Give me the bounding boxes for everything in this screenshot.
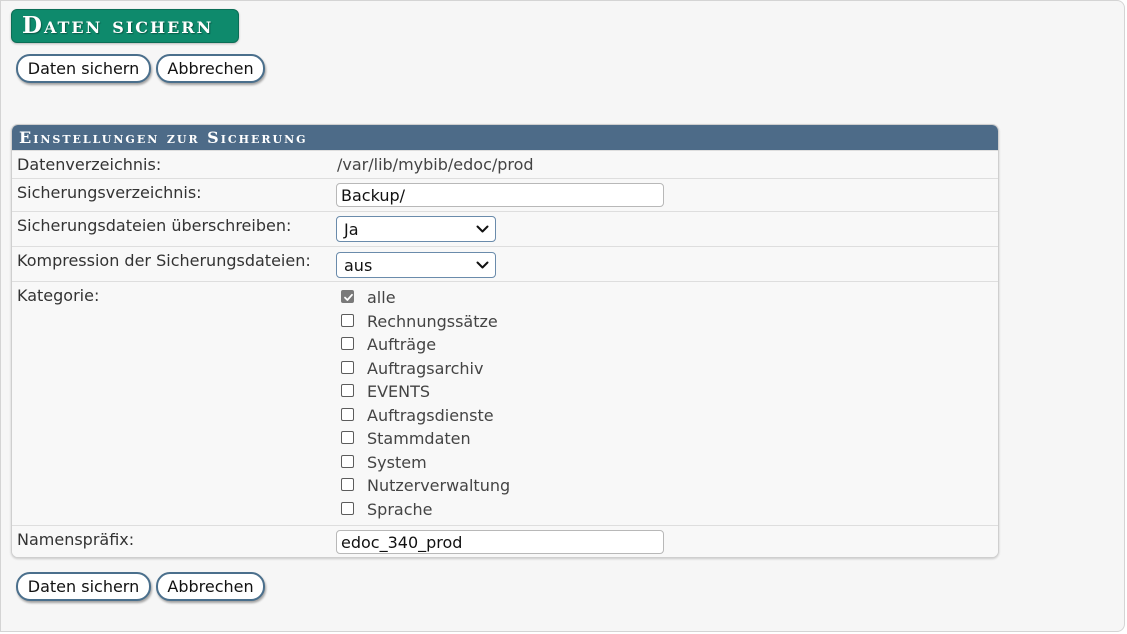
app-window: Daten sichern Daten sichern Abbrechen Ei…: [0, 0, 1125, 632]
category-checkbox-auftragsdienste[interactable]: [341, 407, 354, 421]
compression-select[interactable]: aus: [336, 252, 496, 278]
name-prefix-label: Namenspräfix:: [17, 530, 135, 549]
row-name-prefix: Namenspräfix:: [12, 525, 998, 557]
category-label-auftragsdienste[interactable]: Auftragsdienste: [367, 406, 494, 425]
name-prefix-input[interactable]: [336, 530, 664, 554]
cancel-button-top[interactable]: Abbrechen: [156, 54, 265, 83]
row-data-directory: Datenverzeichnis: /var/lib/mybib/edoc/pr…: [12, 150, 998, 178]
category-checkbox-alle[interactable]: [341, 290, 354, 303]
category-label-sprache[interactable]: Sprache: [367, 500, 432, 519]
row-backup-directory: Sicherungsverzeichnis:: [12, 178, 998, 211]
category-label-alle[interactable]: alle: [367, 288, 396, 307]
category-label-events[interactable]: EVENTS: [367, 382, 430, 401]
data-directory-value: /var/lib/mybib/edoc/prod: [337, 155, 534, 174]
category-label: Kategorie:: [17, 286, 100, 305]
overwrite-label: Sicherungsdateien überschreiben:: [17, 216, 292, 235]
chevron-down-icon: [476, 261, 489, 269]
backup-settings-panel: Einstellungen zur Sicherung Datenverzeic…: [11, 124, 999, 558]
category-checkbox-auftragsarchiv[interactable]: [341, 360, 354, 374]
panel-title: Einstellungen zur Sicherung: [12, 125, 998, 150]
category-label-stammdaten[interactable]: Stammdaten: [367, 429, 471, 448]
data-directory-label: Datenverzeichnis:: [17, 155, 162, 174]
row-compression: Kompression der Sicherungsdateien: aus: [12, 246, 998, 281]
row-category: Kategorie: alle Rechnungssätze Aufträge …: [12, 281, 998, 525]
backup-directory-input[interactable]: [336, 183, 664, 207]
category-checkbox-sprache[interactable]: [341, 501, 354, 515]
category-checkbox-system[interactable]: [341, 454, 354, 468]
category-checkbox-auftraege[interactable]: [341, 337, 354, 350]
compression-selected-value: aus: [344, 256, 373, 275]
backup-directory-label: Sicherungsverzeichnis:: [17, 183, 202, 202]
category-checkbox-rechnungssaetze[interactable]: [341, 313, 354, 327]
row-overwrite: Sicherungsdateien überschreiben: Ja: [12, 211, 998, 246]
check-icon: [344, 293, 353, 301]
category-checkbox-nutzerverwaltung[interactable]: [341, 478, 354, 491]
overwrite-selected-value: Ja: [344, 220, 359, 239]
save-button-bottom[interactable]: Daten sichern: [16, 572, 151, 601]
category-label-system[interactable]: System: [367, 453, 427, 472]
category-label-auftragsarchiv[interactable]: Auftragsarchiv: [367, 359, 483, 378]
page-title: Daten sichern: [11, 9, 239, 43]
save-button-top[interactable]: Daten sichern: [16, 54, 151, 83]
category-label-nutzerverwaltung[interactable]: Nutzerverwaltung: [367, 476, 510, 495]
overwrite-select[interactable]: Ja: [336, 216, 496, 242]
chevron-down-icon: [476, 225, 489, 233]
compression-label: Kompression der Sicherungsdateien:: [17, 251, 311, 270]
category-label-rechnungssaetze[interactable]: Rechnungssätze: [367, 312, 498, 331]
category-label-auftraege[interactable]: Aufträge: [367, 335, 436, 354]
category-checkbox-stammdaten[interactable]: [341, 431, 354, 444]
cancel-button-bottom[interactable]: Abbrechen: [156, 572, 265, 601]
category-checkbox-events[interactable]: [341, 384, 354, 397]
